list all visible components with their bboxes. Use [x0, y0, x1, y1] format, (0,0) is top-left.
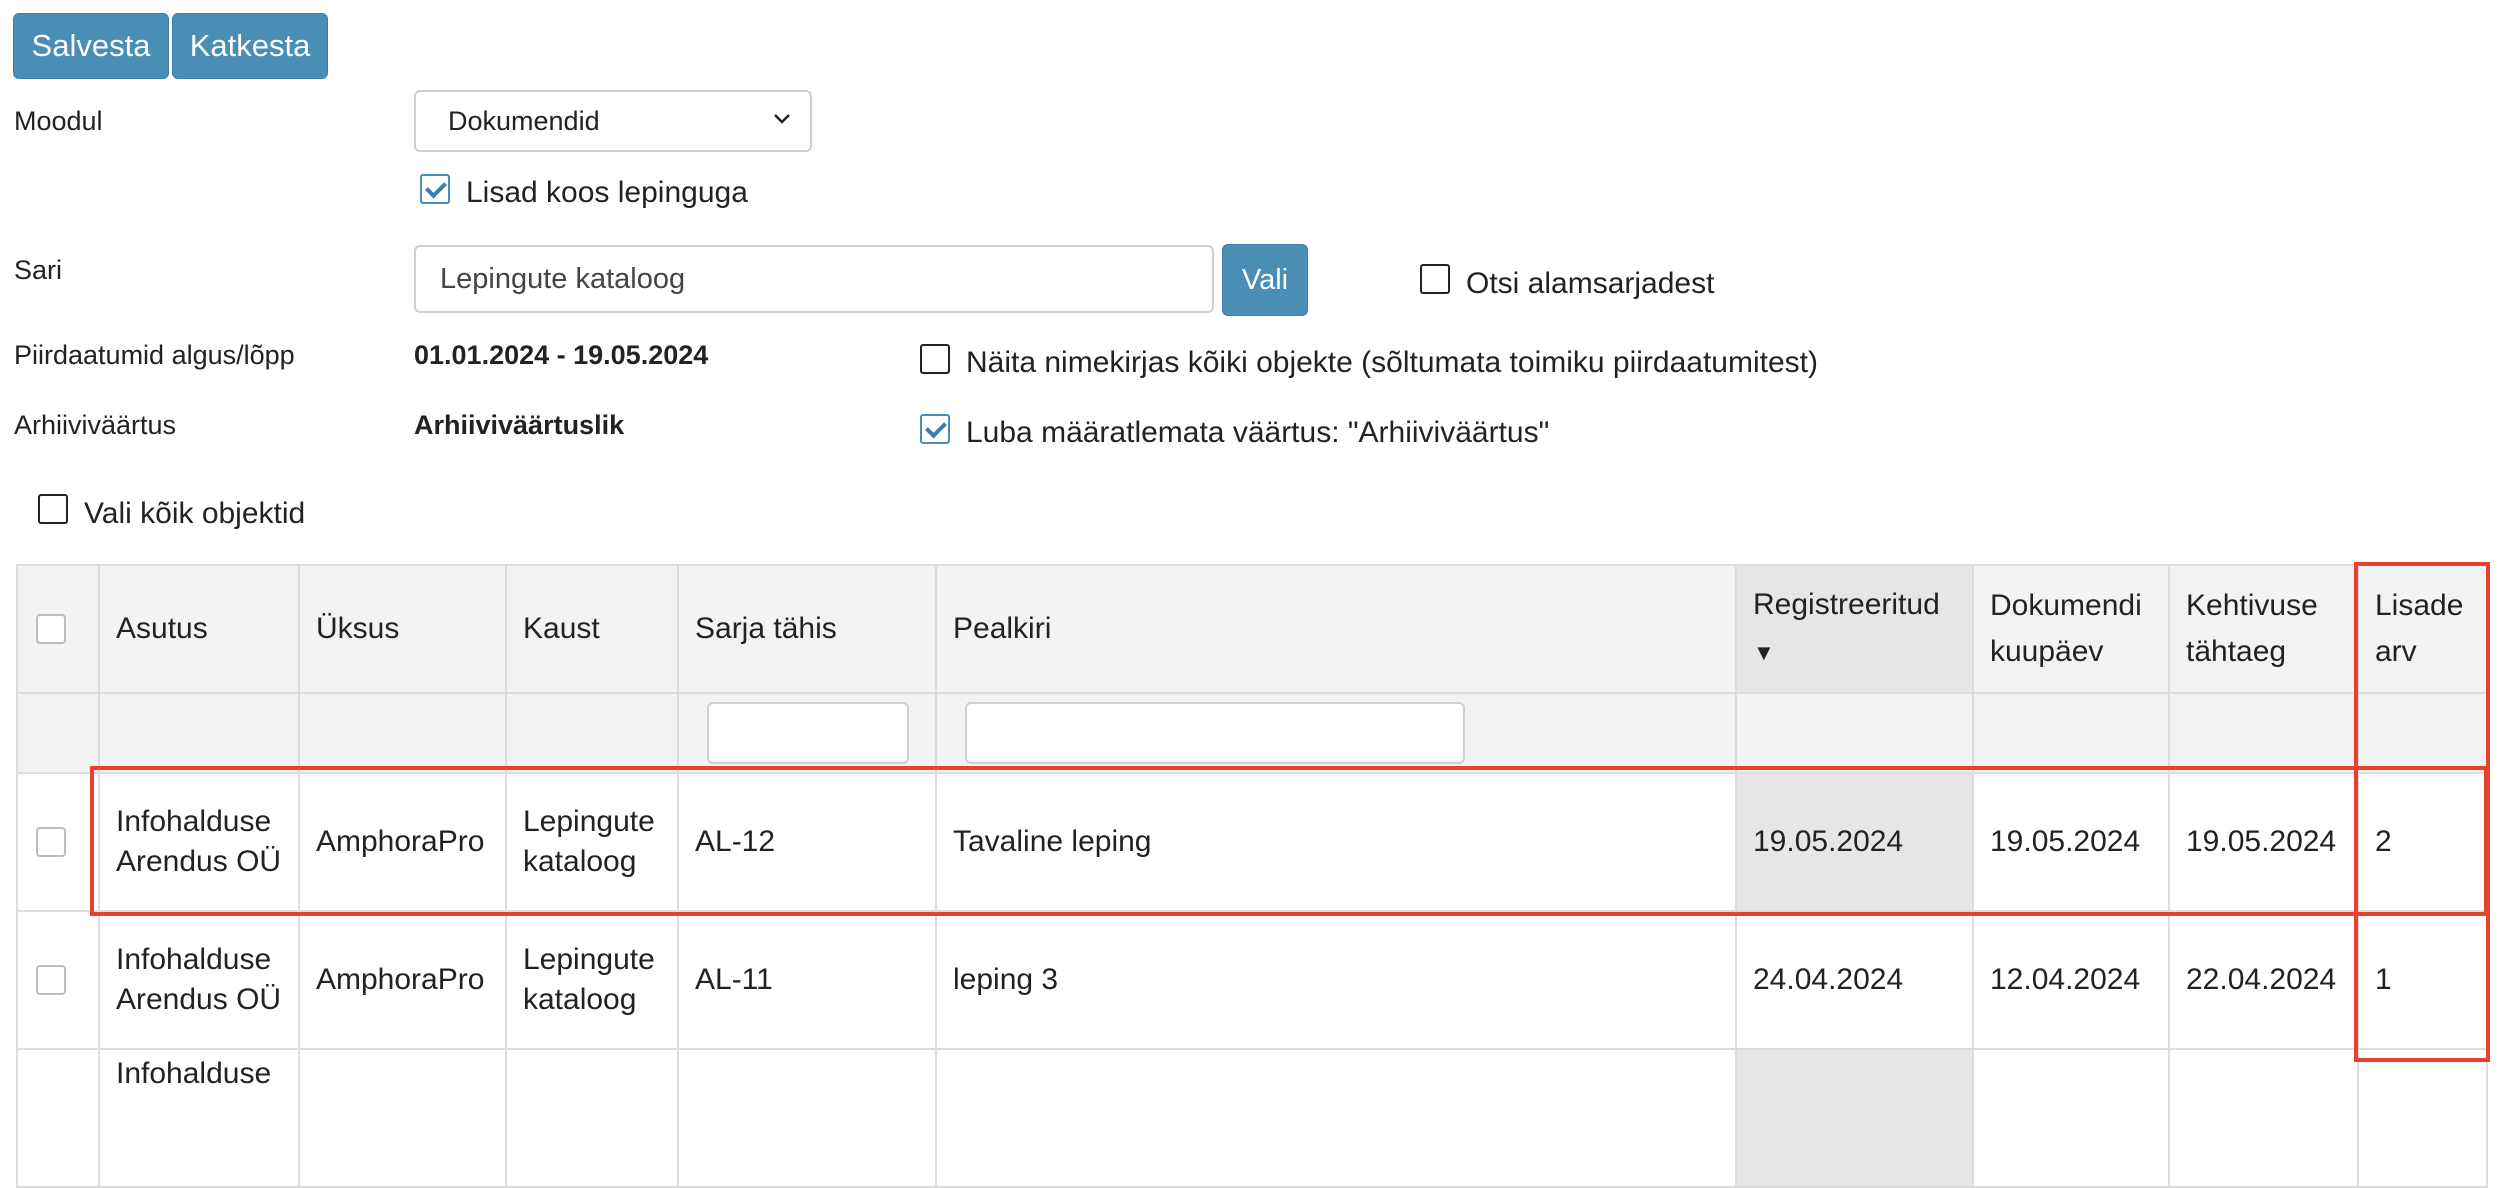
search-subseries-checkbox[interactable] [1420, 264, 1450, 294]
cell-series: AL-11 [695, 963, 773, 996]
module-label: Moodul [14, 106, 103, 136]
cell-folder: Lepingute kataloog [523, 805, 655, 878]
module-select[interactable]: Dokumendid [414, 90, 812, 152]
save-button[interactable]: Salvesta [13, 13, 169, 79]
table-row[interactable]: Infohalduse [16, 1048, 2488, 1188]
show-all-label: Näita nimekirjas kõiki objekte (sõltumat… [966, 346, 1818, 379]
row-checkbox[interactable] [36, 965, 66, 995]
sort-desc-icon: ▼ [1753, 640, 1775, 665]
cell-unit: AmphoraPro [316, 825, 485, 858]
with-contract-checkbox[interactable] [420, 174, 450, 204]
header-title[interactable]: Pealkiri [935, 564, 1737, 694]
row-checkbox[interactable] [36, 827, 66, 857]
header-unit[interactable]: Üksus [298, 564, 507, 694]
series-input-value: Lepingute kataloog [440, 263, 686, 295]
header-select-checkbox[interactable] [36, 614, 66, 644]
table-row[interactable]: Infohalduse Arendus OÜ AmphoraPro Leping… [16, 910, 2488, 1050]
search-subseries-label: Otsi alamsarjadest [1466, 267, 1715, 300]
header-series[interactable]: Sarja tähis [677, 564, 937, 694]
cell-title: Tavaline leping [953, 825, 1152, 858]
cell-attachments: 1 [2375, 963, 2392, 996]
table-row[interactable]: Infohalduse Arendus OÜ AmphoraPro Leping… [16, 772, 2488, 912]
header-select-cell [16, 564, 100, 694]
header-registered-label: Registreeritud [1753, 588, 1940, 621]
cancel-button[interactable]: Katkesta [172, 13, 328, 79]
series-filter-input[interactable] [707, 702, 909, 764]
cell-agency: Infohalduse [116, 1057, 272, 1090]
cell-agency: Infohalduse Arendus OÜ [116, 805, 282, 878]
title-filter-input[interactable] [965, 702, 1465, 764]
date-range-value: 01.01.2024 - 19.05.2024 [414, 340, 709, 370]
with-contract-label: Lisad koos lepinguga [466, 176, 748, 209]
header-doc-date[interactable]: Dokumendi kuupäev [1972, 564, 2170, 694]
filter-row [16, 692, 2488, 774]
cell-registered: 19.05.2024 [1753, 825, 1904, 858]
archive-value: Arhiiviväärtuslik [414, 410, 625, 440]
cell-unit: AmphoraPro [316, 963, 485, 996]
header-attachments[interactable]: Lisade arv [2357, 564, 2488, 694]
header-agency[interactable]: Asutus [98, 564, 300, 694]
cell-doc-date: 12.04.2024 [1990, 963, 2141, 996]
date-range-label: Piirdaatumid algus/lõpp [14, 340, 295, 370]
chevron-down-icon [772, 112, 792, 131]
allow-undefined-label: Luba määratlemata väärtus: "Arhiiviväärt… [966, 416, 1550, 449]
module-select-value: Dokumendid [448, 106, 600, 136]
header-expiry[interactable]: Kehtivuse tähtaeg [2168, 564, 2359, 694]
cell-agency: Infohalduse Arendus OÜ [116, 943, 282, 1016]
cell-expiry: 19.05.2024 [2186, 825, 2337, 858]
table-header-row: Asutus Üksus Kaust Sarja tähis Pealkiri … [16, 564, 2488, 694]
allow-undefined-checkbox[interactable] [920, 414, 950, 444]
archive-label: Arhiiviväärtus [14, 410, 177, 440]
cell-registered: 24.04.2024 [1753, 963, 1904, 996]
header-registered[interactable]: Registreeritud ▼ [1735, 564, 1974, 694]
cell-doc-date: 19.05.2024 [1990, 825, 2141, 858]
cell-folder: Lepingute kataloog [523, 943, 655, 1016]
series-label: Sari [14, 255, 63, 285]
select-all-label: Vali kõik objektid [84, 497, 306, 530]
show-all-checkbox[interactable] [920, 344, 950, 374]
cell-title: leping 3 [953, 963, 1059, 996]
cell-attachments: 2 [2375, 825, 2392, 858]
cell-series: AL-12 [695, 825, 776, 858]
header-folder[interactable]: Kaust [505, 564, 679, 694]
documents-table: Asutus Üksus Kaust Sarja tähis Pealkiri … [16, 564, 2488, 1188]
series-input[interactable]: Lepingute kataloog [414, 245, 1214, 313]
cell-expiry: 22.04.2024 [2186, 963, 2337, 996]
select-all-checkbox[interactable] [38, 494, 68, 524]
choose-series-button[interactable]: Vali [1222, 244, 1308, 316]
